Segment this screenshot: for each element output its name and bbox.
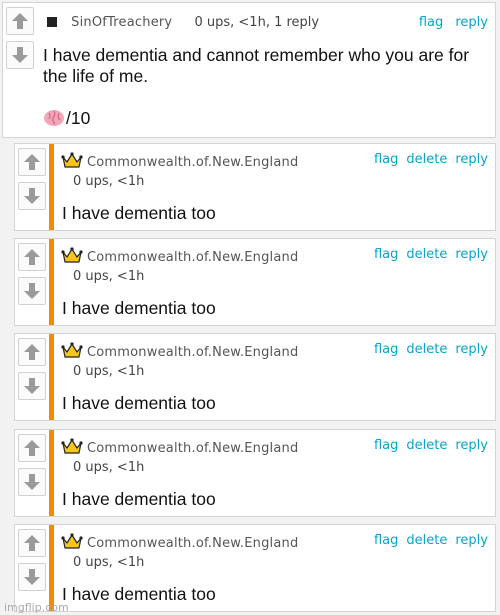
upvote-button[interactable] bbox=[18, 148, 46, 176]
upvote-button[interactable] bbox=[18, 434, 46, 462]
reply-comment: Commonwealth.of.New.England 0 ups, <1h fla… bbox=[14, 238, 496, 326]
reply-header: Commonwealth.of.New.England bbox=[61, 342, 298, 363]
reply-meta: 0 ups, <1h bbox=[73, 174, 145, 189]
brain-icon bbox=[43, 109, 65, 132]
up-arrow-icon bbox=[24, 249, 40, 265]
reply-text: I have dementia too bbox=[62, 584, 216, 604]
reply-meta: 0 ups, <1h bbox=[73, 364, 145, 379]
reply-accent-bar bbox=[49, 144, 54, 230]
crown-icon bbox=[61, 438, 83, 459]
down-arrow-icon bbox=[24, 283, 40, 299]
username-link[interactable]: Commonwealth.of.New.England bbox=[87, 536, 298, 551]
reply-accent-bar bbox=[49, 239, 54, 325]
reply-header: Commonwealth.of.New.England bbox=[61, 247, 298, 268]
rating-line: /10 bbox=[43, 108, 469, 132]
reply-actions: flag delete reply bbox=[366, 247, 488, 262]
username-link[interactable]: Commonwealth.of.New.England bbox=[87, 250, 298, 265]
reply-header: Commonwealth.of.New.England bbox=[61, 438, 298, 459]
delete-link[interactable]: delete bbox=[406, 247, 447, 262]
down-arrow-icon bbox=[24, 378, 40, 394]
flag-link[interactable]: flag bbox=[374, 152, 398, 167]
rating-suffix: /10 bbox=[66, 108, 91, 128]
upvote-button[interactable] bbox=[6, 7, 34, 35]
reply-comment: Commonwealth.of.New.England 0 ups, <1h fla… bbox=[14, 143, 496, 231]
reply-accent-bar bbox=[49, 525, 54, 611]
reply-link[interactable]: reply bbox=[455, 15, 488, 30]
reply-actions: flag delete reply bbox=[366, 438, 488, 453]
crown-icon bbox=[61, 533, 83, 554]
downvote-button[interactable] bbox=[18, 372, 46, 400]
up-arrow-icon bbox=[24, 154, 40, 170]
reply-text: I have dementia too bbox=[62, 203, 216, 223]
up-arrow-icon bbox=[24, 535, 40, 551]
delete-link[interactable]: delete bbox=[406, 438, 447, 453]
reply-header: Commonwealth.of.New.England bbox=[61, 533, 298, 554]
reply-link[interactable]: reply bbox=[455, 152, 488, 167]
reply-text: I have dementia too bbox=[62, 489, 216, 509]
upvote-button[interactable] bbox=[18, 529, 46, 557]
reply-accent-bar bbox=[49, 334, 54, 420]
downvote-button[interactable] bbox=[18, 277, 46, 305]
flag-link[interactable]: flag bbox=[374, 438, 398, 453]
reply-comment: Commonwealth.of.New.England 0 ups, <1h fla… bbox=[14, 524, 496, 612]
flag-link[interactable]: flag bbox=[374, 533, 398, 548]
crown-icon bbox=[61, 247, 83, 268]
downvote-button[interactable] bbox=[18, 468, 46, 496]
comment-meta: 0 ups, <1h, 1 reply bbox=[194, 15, 320, 30]
downvote-button[interactable] bbox=[18, 563, 46, 591]
comment-text-line1: I have dementia and cannot remember who … bbox=[43, 45, 470, 65]
delete-link[interactable]: delete bbox=[406, 342, 447, 357]
reply-link[interactable]: reply bbox=[455, 533, 488, 548]
reply-comment: Commonwealth.of.New.England 0 ups, <1h fla… bbox=[14, 333, 496, 421]
comment-text: I have dementia and cannot remember who … bbox=[43, 45, 469, 132]
down-arrow-icon bbox=[12, 47, 28, 63]
down-arrow-icon bbox=[24, 188, 40, 204]
delete-link[interactable]: delete bbox=[406, 533, 447, 548]
comment-actions: flag reply bbox=[411, 15, 488, 30]
downvote-button[interactable] bbox=[6, 41, 34, 69]
flag-link[interactable]: flag bbox=[374, 247, 398, 262]
reply-actions: flag delete reply bbox=[366, 152, 488, 167]
reply-meta: 0 ups, <1h bbox=[73, 555, 145, 570]
user-square-icon bbox=[47, 17, 57, 27]
up-arrow-icon bbox=[24, 440, 40, 456]
crown-icon bbox=[61, 152, 83, 173]
flag-link[interactable]: flag bbox=[419, 15, 443, 30]
username-link[interactable]: Commonwealth.of.New.England bbox=[87, 345, 298, 360]
username-link[interactable]: SinOfTreachery bbox=[71, 15, 172, 30]
reply-text: I have dementia too bbox=[62, 393, 216, 413]
reply-meta: 0 ups, <1h bbox=[73, 460, 145, 475]
reply-header: Commonwealth.of.New.England bbox=[61, 152, 298, 173]
reply-accent-bar bbox=[49, 430, 54, 516]
down-arrow-icon bbox=[24, 474, 40, 490]
comment-header: SinOfTreachery 0 ups, <1h, 1 reply bbox=[47, 15, 319, 30]
delete-link[interactable]: delete bbox=[406, 152, 447, 167]
upvote-button[interactable] bbox=[18, 338, 46, 366]
reply-actions: flag delete reply bbox=[366, 342, 488, 357]
username-link[interactable]: Commonwealth.of.New.England bbox=[87, 441, 298, 456]
comment-text-line2: the life of me. bbox=[43, 66, 149, 86]
reply-link[interactable]: reply bbox=[455, 247, 488, 262]
crown-icon bbox=[61, 342, 83, 363]
reply-link[interactable]: reply bbox=[455, 342, 488, 357]
reply-meta: 0 ups, <1h bbox=[73, 269, 145, 284]
reply-actions: flag delete reply bbox=[366, 533, 488, 548]
reply-comment: Commonwealth.of.New.England 0 ups, <1h fla… bbox=[14, 429, 496, 517]
flag-link[interactable]: flag bbox=[374, 342, 398, 357]
up-arrow-icon bbox=[24, 344, 40, 360]
parent-comment: SinOfTreachery 0 ups, <1h, 1 reply flag … bbox=[2, 2, 496, 138]
watermark: imgflip.com bbox=[4, 601, 69, 614]
reply-link[interactable]: reply bbox=[455, 438, 488, 453]
upvote-button[interactable] bbox=[18, 243, 46, 271]
reply-text: I have dementia too bbox=[62, 298, 216, 318]
downvote-button[interactable] bbox=[18, 182, 46, 210]
down-arrow-icon bbox=[24, 569, 40, 585]
up-arrow-icon bbox=[12, 13, 28, 29]
username-link[interactable]: Commonwealth.of.New.England bbox=[87, 155, 298, 170]
